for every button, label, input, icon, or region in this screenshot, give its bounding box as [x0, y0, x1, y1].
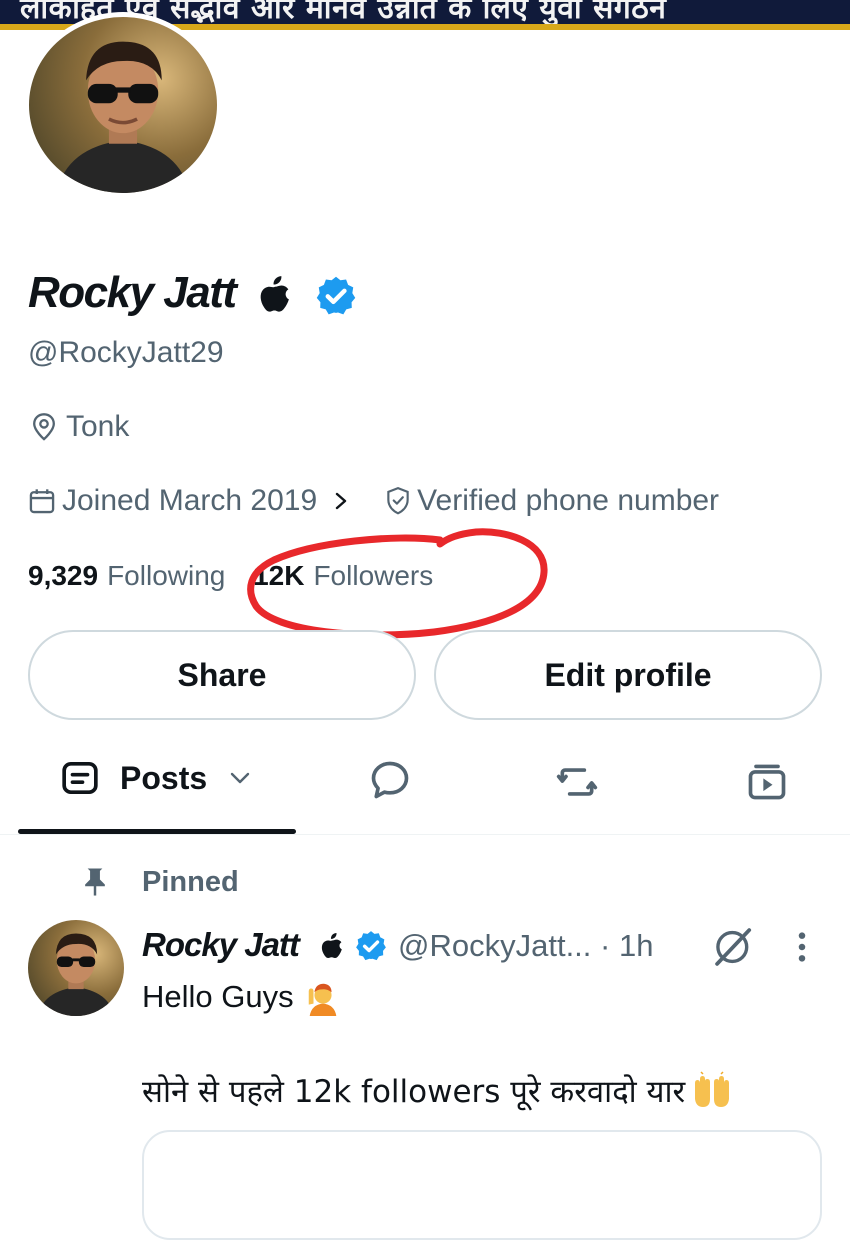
post-media-card[interactable]	[142, 1130, 822, 1240]
more-options-icon[interactable]	[794, 930, 810, 964]
avatar-portrait-image	[56, 41, 190, 193]
profile-display-name: Rocky Jatt	[28, 268, 237, 317]
following-link[interactable]: 9,329 Following	[28, 560, 237, 592]
post-text-line2: सोने से पहले 12k followers पूरे करवादो य…	[142, 1070, 733, 1112]
following-label: Following	[107, 560, 226, 591]
replies-icon[interactable]	[368, 758, 412, 802]
post-author-handle-time: @RockyJatt... · 1h	[398, 928, 653, 964]
post-text-request: सोने से पहले 12k followers पूरे करवादो य…	[142, 1074, 686, 1110]
chevron-right-icon[interactable]	[331, 490, 351, 512]
profile-meta-row: Joined March 2019 Verified phone number	[28, 484, 719, 518]
followers-label: Followers	[313, 560, 434, 591]
edit-profile-button[interactable]: Edit profile	[434, 630, 822, 720]
verified-badge-icon[interactable]	[314, 274, 358, 318]
post-time: · 1h	[600, 928, 654, 963]
posts-icon	[62, 762, 98, 794]
post-author-avatar[interactable]	[28, 920, 124, 1016]
apple-icon	[321, 933, 342, 958]
pin-icon	[85, 868, 105, 896]
raising-hands-emoji-icon	[695, 1071, 730, 1107]
pinned-label: Pinned	[142, 866, 239, 898]
post-text-greeting: Hello Guys	[142, 979, 294, 1014]
follow-stats: 9,329 Following 12K Followers	[28, 560, 433, 592]
avatar-portrait-image	[37, 933, 115, 1016]
followers-count: 12K	[253, 560, 305, 591]
location-text: Tonk	[66, 410, 130, 443]
apple-icon	[260, 276, 289, 312]
verified-badge-icon[interactable]	[354, 929, 388, 963]
joined-date[interactable]: Joined March 2019	[62, 484, 317, 518]
profile-location: Tonk	[28, 410, 129, 444]
post-text-line1: Hello Guys	[142, 978, 342, 1016]
reposts-icon[interactable]	[555, 760, 599, 804]
share-button[interactable]: Share	[28, 630, 416, 720]
post-author-handle[interactable]: @RockyJatt...	[398, 928, 591, 963]
tab-posts-label: Posts	[120, 759, 208, 796]
shield-check-icon	[387, 486, 409, 515]
location-pin-icon	[33, 413, 55, 441]
chevron-down-icon[interactable]	[227, 768, 253, 788]
following-count: 9,329	[28, 560, 99, 591]
verified-phone-text: Verified phone number	[417, 484, 720, 517]
grok-icon[interactable]	[712, 926, 756, 968]
post-author-name[interactable]: Rocky Jatt	[142, 926, 300, 964]
tab-divider	[0, 834, 850, 835]
followers-link[interactable]: 12K Followers	[253, 560, 433, 592]
profile-avatar[interactable]	[24, 12, 222, 198]
profile-handle: @RockyJatt29	[28, 336, 224, 369]
tab-posts[interactable]: Posts	[60, 758, 253, 798]
calendar-icon	[29, 489, 55, 514]
media-icon[interactable]	[745, 760, 789, 804]
person-raising-hand-emoji-icon	[308, 983, 336, 1016]
